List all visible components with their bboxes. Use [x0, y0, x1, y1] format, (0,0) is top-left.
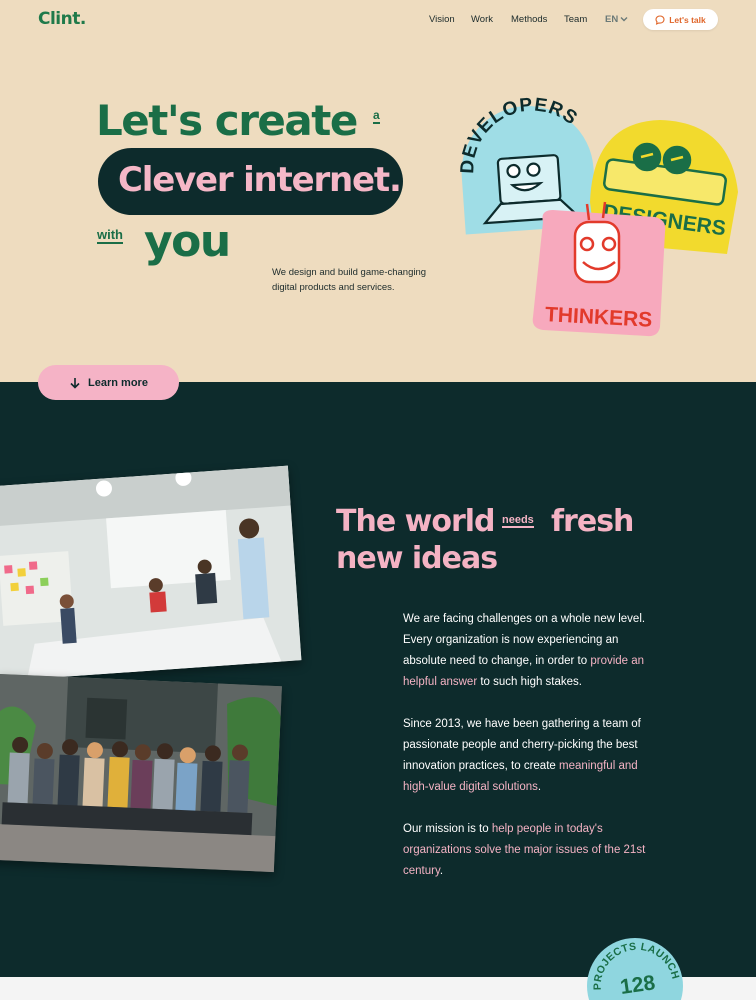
lets-talk-label: Let's talk: [669, 14, 706, 25]
p1-text-b: to such high stakes.: [477, 676, 582, 688]
learn-more-button[interactable]: Learn more: [38, 365, 179, 400]
p3-text-b: .: [439, 865, 444, 877]
office-workshop-image: [0, 465, 302, 682]
world-title-needs: needs: [502, 514, 534, 528]
office-workshop-photo: [0, 465, 302, 682]
mission-paragraph-3: Our mission is to help people in today's…: [403, 819, 663, 882]
hero-description: We design and build game-changing digita…: [272, 267, 427, 293]
language-selector[interactable]: EN: [605, 14, 618, 25]
thinkers-sticker: THINKERS: [532, 201, 666, 337]
arrow-down-icon: [70, 377, 80, 389]
lets-talk-button[interactable]: Let's talk: [643, 9, 718, 30]
learn-more-label: Learn more: [88, 376, 148, 389]
hero-heading-small-a: a: [373, 108, 380, 124]
chevron-down-icon[interactable]: [619, 14, 629, 24]
stickers-illustration: DEVELOPERS DESIGNERS THINKERS: [455, 92, 738, 337]
nav-item-vision[interactable]: Vision: [429, 14, 455, 25]
nav-item-work[interactable]: Work: [471, 14, 493, 25]
projects-badge-graphic: PROJECTS LAUNCHED 128: [587, 938, 681, 999]
world-title-part1: The world: [336, 504, 495, 539]
nav-item-methods[interactable]: Methods: [511, 14, 547, 25]
hero-heading-pill-text: Clever internet.: [118, 160, 402, 200]
mission-paragraph-2: Since 2013, we have been gathering a tea…: [403, 714, 663, 798]
hero-heading-small-with: with: [97, 227, 123, 244]
hero-heading-you: you: [144, 216, 231, 267]
projects-badge-count: 128: [619, 971, 657, 999]
world-title-part2: fresh: [551, 504, 634, 539]
clint-logo[interactable]: Clint.: [38, 9, 86, 29]
hero-section: Clint. Vision Work Methods Team EN Let's…: [0, 0, 756, 382]
hero-heading-line1: Let's create: [96, 96, 358, 145]
nav-item-team[interactable]: Team: [564, 14, 587, 25]
p2-text-b: .: [537, 781, 542, 793]
p3-text-a: Our mission is to: [403, 823, 492, 835]
team-group-photo: [0, 673, 282, 873]
chat-bubble-icon: [655, 14, 665, 25]
projects-launched-badge: PROJECTS LAUNCHED 128: [587, 938, 683, 1000]
mission-paragraph-1: We are facing challenges on a whole new …: [403, 609, 663, 693]
team-group-image: [0, 673, 282, 873]
world-title-line2: new ideas: [336, 541, 498, 576]
